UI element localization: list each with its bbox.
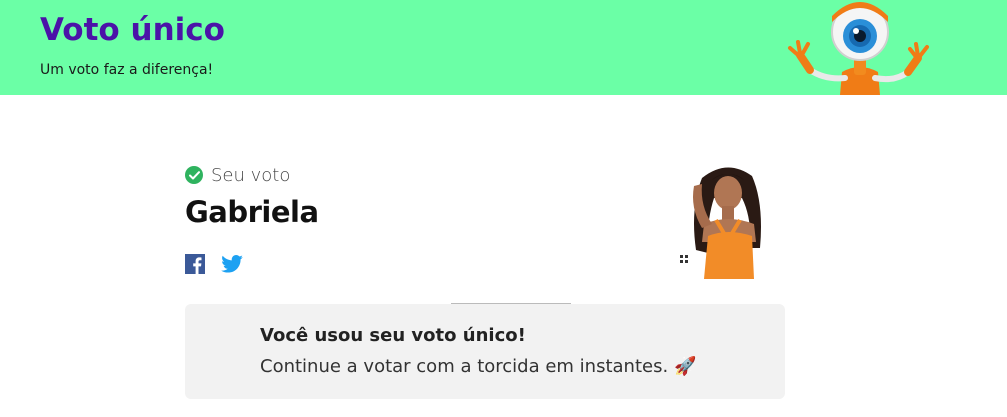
rocket-icon: 🚀 xyxy=(673,356,697,377)
message-text: Continue a votar com a torcida em instan… xyxy=(260,356,669,377)
vote-used-message: Você usou seu voto único! Continue a vot… xyxy=(185,304,785,399)
message-body: Continue a votar com a torcida em instan… xyxy=(260,355,696,379)
vote-status: Seu voto xyxy=(185,164,290,186)
twitter-icon[interactable] xyxy=(221,254,243,274)
vote-status-label: Seu voto xyxy=(211,164,291,186)
header-banner: Voto único Um voto faz a diferença! xyxy=(0,0,1007,95)
page-subtitle: Um voto faz a diferença! xyxy=(40,62,214,78)
expand-icon[interactable] xyxy=(676,251,692,267)
message-title: Você usou seu voto único! xyxy=(260,325,526,346)
share-bar xyxy=(185,254,243,274)
page-title: Voto único xyxy=(40,12,225,48)
facebook-icon[interactable] xyxy=(185,254,205,274)
mascot-icon xyxy=(788,2,929,95)
check-circle-icon xyxy=(185,166,203,184)
candidate-name: Gabriela xyxy=(185,195,319,229)
